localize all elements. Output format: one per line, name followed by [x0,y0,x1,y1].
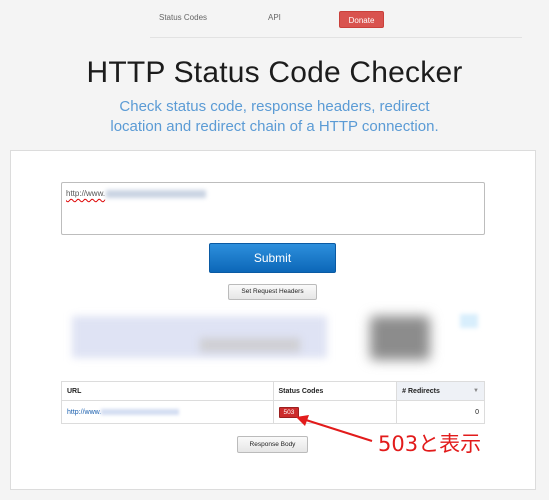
table-header-row: URL Status Codes # Redirects ▼ [61,381,485,401]
nav-divider [150,37,522,38]
response-body-button[interactable]: Response Body [237,436,308,453]
url-input-value: http://www. [66,189,106,198]
submit-button[interactable]: Submit [209,243,336,273]
top-nav: Status Codes API Donate [0,0,549,38]
blurred-ad-text [200,338,300,352]
set-request-headers-button[interactable]: Set Request Headers [228,284,317,300]
redacted-domain [106,189,207,198]
column-header-redirects[interactable]: # Redirects ▼ [396,381,485,401]
results-table: URL Status Codes # Redirects ▼ http://ww… [61,381,485,424]
blurred-ad-icon [460,314,478,328]
nav-api-link[interactable]: API [268,13,281,22]
row-url-link[interactable]: http://www. [67,409,101,416]
redacted-url [101,408,180,415]
row-redirects-cell: 0 [396,400,485,424]
sort-down-icon[interactable]: ▼ [473,388,479,394]
row-status-cell: 503 [272,400,398,424]
page-title: HTTP Status Code Checker [86,56,463,89]
redirects-header-label: # Redirects [402,387,440,395]
column-header-url[interactable]: URL [61,381,274,401]
row-url-cell: http://www. [61,400,274,424]
page-subtitle: Check status code, response headers, red… [0,97,549,137]
nav-status-codes-link[interactable]: Status Codes [159,13,207,22]
annotation-text: 503と表示 [378,432,482,456]
subtitle-line-2: location and redirect chain of a HTTP co… [110,118,439,135]
status-badge: 503 [278,406,300,418]
subtitle-line-1: Check status code, response headers, red… [119,98,430,115]
column-header-status-codes[interactable]: Status Codes [272,381,398,401]
donate-button[interactable]: Donate [339,11,384,28]
table-row: http://www. 503 0 [61,400,485,424]
url-input[interactable]: http://www. [61,182,485,235]
blurred-ad-image [370,316,430,360]
